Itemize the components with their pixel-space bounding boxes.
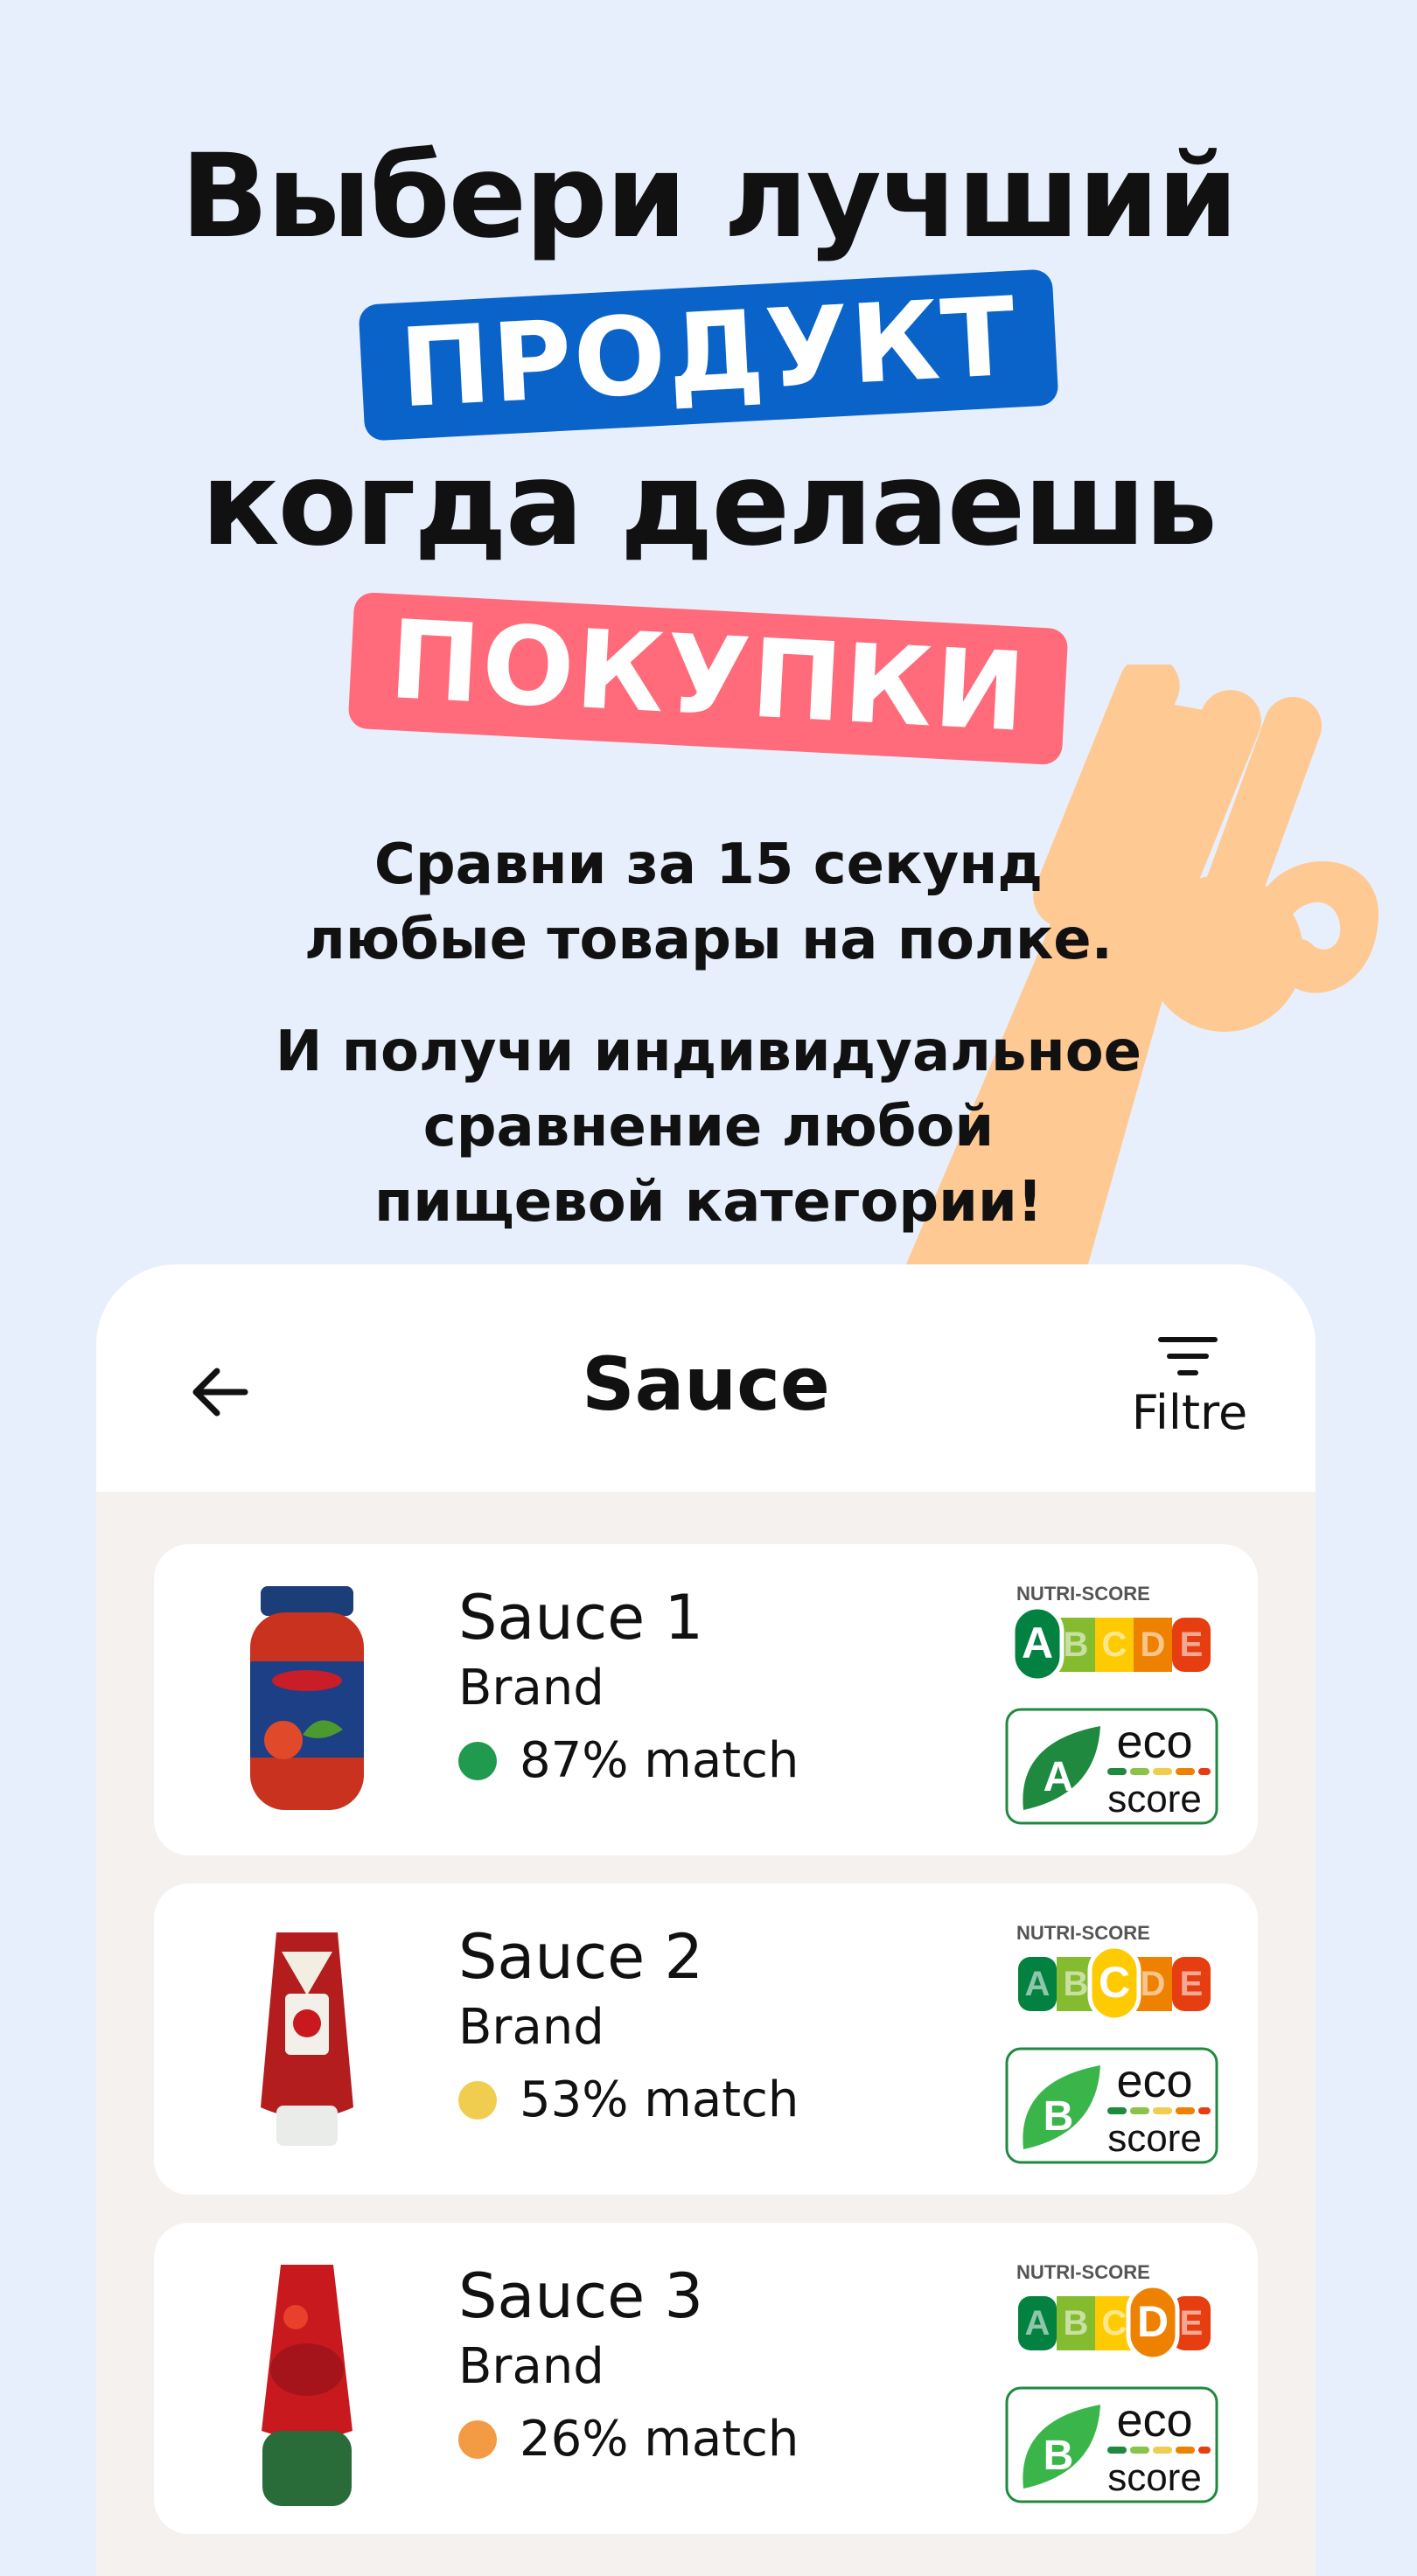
product-brand: Brand: [458, 2338, 604, 2395]
match-text: 53% match: [520, 2071, 799, 2128]
eco-score-badge: Beco score: [1004, 2385, 1219, 2508]
product-brand: Brand: [458, 1999, 604, 2056]
nutri-score-badge: NUTRI-SCORE B C D E A: [1010, 1583, 1221, 1683]
filter-lines-icon[interactable]: [1157, 1334, 1218, 1380]
svg-text:NUTRI-SCORE: NUTRI-SCORE: [1016, 1922, 1150, 1944]
eco-score-badge: Aeco score: [1004, 1707, 1219, 1829]
svg-text:score: score: [1107, 2117, 1202, 2160]
headline-line-1: Выбери лучший: [180, 129, 1238, 264]
product-name: Sauce 3: [458, 2260, 704, 2332]
pasta-sauce-jar-icon: [241, 1586, 373, 1817]
svg-text:eco: eco: [1116, 2055, 1192, 2107]
svg-text:NUTRI-SCORE: NUTRI-SCORE: [1016, 2261, 1150, 2283]
svg-text:E: E: [1180, 2304, 1204, 2343]
match-text: 26% match: [520, 2411, 799, 2468]
svg-text:C: C: [1102, 2304, 1127, 2343]
match-indicator: 87% match: [458, 1730, 799, 1793]
subtitle-personal-line-2: сравнение любой: [422, 1095, 995, 1159]
match-indicator: 53% match: [458, 2069, 799, 2132]
app-header: Sauce Filtre: [96, 1264, 1316, 1492]
match-indicator: 26% match: [458, 2408, 799, 2471]
svg-text:B: B: [1044, 2093, 1074, 2140]
svg-text:A: A: [1025, 1965, 1051, 2003]
svg-text:eco: eco: [1116, 2394, 1192, 2447]
svg-text:A: A: [1025, 2304, 1051, 2343]
match-text: 87% match: [520, 1732, 799, 1789]
ketchup-squeeze-bottle-icon: [241, 2265, 373, 2513]
headline-pill-product: ПРОДУКТ: [358, 268, 1059, 442]
svg-text:E: E: [1180, 1626, 1204, 1664]
match-dot-icon: [458, 1742, 497, 1780]
subtitle-compare-line-1: Сравни за 15 секунд: [373, 832, 1044, 897]
subtitle-compare: Сравни за 15 секунд любые товары на полк…: [0, 827, 1417, 978]
eco-score-badge: Beco score: [1004, 2046, 1219, 2169]
svg-text:eco: eco: [1116, 1716, 1192, 1768]
filter-button-label[interactable]: Filtre: [1120, 1385, 1260, 1441]
product-name: Sauce 2: [458, 1921, 704, 1993]
svg-text:score: score: [1107, 2456, 1202, 2499]
svg-text:B: B: [1064, 1965, 1089, 2003]
svg-text:B: B: [1044, 2433, 1074, 2479]
svg-text:E: E: [1180, 1965, 1204, 2003]
svg-text:C: C: [1099, 1958, 1130, 2007]
product-brand: Brand: [458, 1660, 604, 1716]
app-screen-card: Sauce Filtre Sauce 1 Brand 87% match NUTRI-…: [96, 1264, 1316, 2576]
svg-text:B: B: [1064, 2304, 1089, 2343]
svg-text:NUTRI-SCORE: NUTRI-SCORE: [1016, 1583, 1150, 1605]
product-row[interactable]: Sauce 1 Brand 87% match NUTRI-SCORE B C D E A Aec…: [154, 1544, 1258, 1855]
product-name: Sauce 1: [458, 1582, 704, 1654]
ketchup-bottle-icon: [241, 1925, 373, 2156]
headline: Выбери лучший ПРОДУКТ когда делаешь ПОКУ…: [0, 129, 1417, 766]
svg-text:C: C: [1102, 1626, 1127, 1664]
nutri-score-badge: NUTRI-SCORE A B C E D: [1011, 2261, 1221, 2362]
headline-pill-row-1: ПРОДУКТ: [0, 268, 1417, 442]
subtitle-personal-line-1: И получи индивидуальное: [275, 1020, 1142, 1084]
subtitle-personal-line-3: пищевой категории!: [373, 1170, 1044, 1235]
svg-text:D: D: [1137, 2297, 1169, 2346]
subtitle-compare-line-2: любые товары на полке.: [304, 908, 1113, 972]
svg-text:D: D: [1141, 1965, 1166, 2003]
svg-text:A: A: [1022, 1619, 1053, 1667]
headline-line-3: когда делаешь: [201, 437, 1218, 572]
match-dot-icon: [458, 2420, 497, 2459]
svg-text:D: D: [1141, 1626, 1166, 1664]
nutri-score-badge: NUTRI-SCORE A B D E C: [1011, 1922, 1221, 2023]
product-row[interactable]: Sauce 2 Brand 53% match NUTRI-SCORE A B D E C Bec…: [154, 1883, 1258, 2195]
svg-text:A: A: [1044, 1754, 1074, 1800]
svg-text:score: score: [1107, 1778, 1202, 1821]
product-row[interactable]: Sauce 3 Brand 26% match NUTRI-SCORE A B C E D Bec…: [154, 2223, 1258, 2534]
subtitle-personal: И получи индивидуальное сравнение любой …: [0, 1014, 1417, 1240]
match-dot-icon: [458, 2081, 497, 2120]
svg-text:B: B: [1064, 1626, 1089, 1664]
